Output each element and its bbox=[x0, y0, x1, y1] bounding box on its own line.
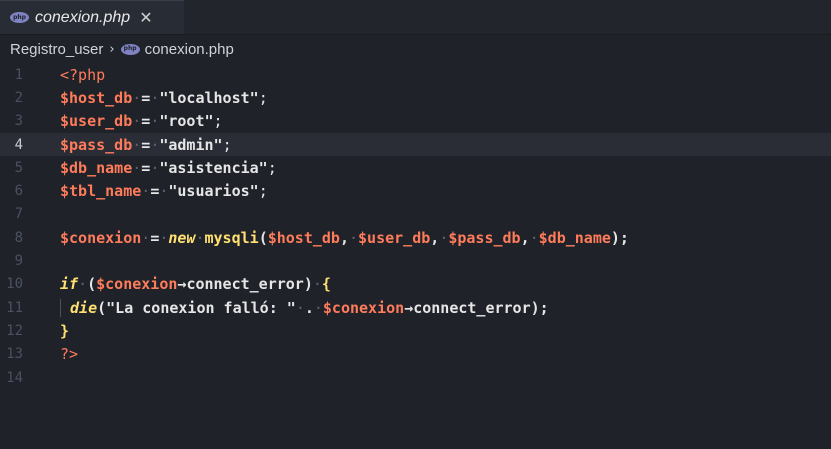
line-number: 8 bbox=[14, 229, 23, 246]
string-literal: "usuarios" bbox=[168, 182, 259, 201]
variable: $conexion bbox=[96, 275, 178, 294]
concat-operator: . bbox=[304, 298, 314, 317]
code-line[interactable]: 3 $user_db · = · "root"; bbox=[0, 110, 831, 133]
string-literal: "admin" bbox=[159, 135, 223, 154]
tab-bar: php conexion.php ✕ bbox=[0, 0, 831, 35]
line-number: 3 bbox=[14, 113, 23, 130]
code-line[interactable]: 1 <?php bbox=[0, 63, 831, 86]
paren-close: ); bbox=[610, 228, 629, 247]
line-number: 2 bbox=[14, 89, 23, 106]
semicolon: ; bbox=[213, 112, 223, 131]
operator: = bbox=[141, 135, 151, 154]
tab-conexion-php[interactable]: php conexion.php ✕ bbox=[0, 0, 184, 34]
string-literal: "localhost" bbox=[159, 88, 259, 107]
comma: , bbox=[430, 228, 440, 247]
line-number: 9 bbox=[14, 253, 23, 270]
arrow-operator: → bbox=[177, 275, 187, 294]
chevron-right-icon: › bbox=[109, 41, 115, 57]
line-number: 12 bbox=[6, 322, 23, 339]
code-line[interactable]: 9 bbox=[0, 249, 831, 272]
code-line-active[interactable]: 4 $pass_db · = · "admin"; bbox=[0, 132, 831, 157]
code-line[interactable]: 2 $host_db · = · "localhost"; bbox=[0, 86, 831, 109]
argument: $user_db bbox=[358, 228, 431, 247]
php-close-tag: ?> bbox=[60, 345, 79, 364]
variable: $user_db bbox=[60, 112, 133, 131]
code-line[interactable]: 5 $db_name · = · "asistencia"; bbox=[0, 156, 831, 179]
operator: = bbox=[141, 158, 151, 177]
function-name: die bbox=[70, 298, 98, 317]
semicolon: ; bbox=[222, 135, 232, 154]
breadcrumb-folder[interactable]: Registro_user bbox=[10, 41, 103, 58]
code-line[interactable]: 10 if ·($conexion → connect_error) ·{ bbox=[0, 273, 831, 296]
operator: = bbox=[141, 88, 151, 107]
tab-title: conexion.php bbox=[35, 8, 131, 26]
string-literal: "La conexion falló: " bbox=[106, 298, 296, 317]
operator: = bbox=[150, 228, 160, 247]
line-number: 4 bbox=[14, 136, 23, 153]
code-line[interactable]: 13 ?> bbox=[0, 343, 831, 366]
variable: $pass_db bbox=[60, 135, 133, 154]
php-icon: php bbox=[120, 43, 140, 55]
paren-close: ); bbox=[530, 298, 549, 317]
line-number: 6 bbox=[14, 183, 23, 200]
paren-open: ( bbox=[87, 275, 97, 294]
variable: $conexion bbox=[322, 298, 405, 317]
paren-open: ( bbox=[258, 228, 268, 247]
operator: = bbox=[141, 112, 151, 131]
close-icon[interactable]: ✕ bbox=[139, 8, 152, 27]
php-icon-label: php bbox=[123, 45, 137, 52]
semicolon: ; bbox=[258, 88, 268, 107]
string-literal: "asistencia" bbox=[159, 158, 268, 177]
code-line[interactable]: 6 $tbl_name · = · "usuarios"; bbox=[0, 179, 831, 202]
line-number: 14 bbox=[6, 369, 23, 386]
keyword: new bbox=[168, 228, 196, 247]
line-number: 11 bbox=[6, 299, 23, 316]
variable: $db_name bbox=[60, 158, 133, 177]
line-number: 10 bbox=[6, 276, 23, 293]
variable: $conexion bbox=[60, 228, 142, 247]
code-line[interactable]: 7 bbox=[0, 203, 831, 226]
php-icon: php bbox=[10, 12, 29, 23]
code-line[interactable]: 8 $conexion · = · new · mysqli($host_db, · $user… bbox=[0, 226, 831, 249]
line-number: 1 bbox=[14, 66, 23, 83]
arrow-operator: → bbox=[404, 298, 414, 317]
operator: = bbox=[150, 182, 160, 201]
brace-open: { bbox=[321, 275, 331, 294]
code-line[interactable]: 11 die("La conexion falló: " ·. · $conexion… bbox=[0, 296, 831, 319]
variable: $host_db bbox=[60, 88, 133, 107]
function-name: mysqli bbox=[204, 228, 259, 247]
paren-close: ) bbox=[303, 275, 313, 294]
argument: $db_name bbox=[538, 228, 611, 247]
semicolon: ; bbox=[258, 182, 268, 201]
breadcrumb: Registro_user › php conexion.php bbox=[0, 35, 831, 63]
property: connect_error bbox=[186, 275, 304, 294]
comma: , bbox=[520, 228, 530, 247]
string-literal: "root" bbox=[159, 112, 214, 131]
breadcrumb-file[interactable]: conexion.php bbox=[145, 41, 234, 58]
paren-open: ( bbox=[97, 298, 107, 317]
line-number: 13 bbox=[6, 346, 23, 363]
php-open-tag: <?php bbox=[60, 65, 106, 84]
code-line[interactable]: 12 } bbox=[0, 319, 831, 342]
code-line[interactable]: 14 bbox=[0, 366, 831, 389]
php-icon-label: php bbox=[13, 13, 26, 21]
comma: , bbox=[339, 228, 349, 247]
line-number: 7 bbox=[14, 206, 23, 223]
argument: $host_db bbox=[267, 228, 340, 247]
keyword: if bbox=[60, 275, 79, 294]
indent-guide bbox=[60, 298, 70, 317]
brace-close: } bbox=[60, 321, 70, 340]
variable: $tbl_name bbox=[60, 182, 142, 201]
property: connect_error bbox=[413, 298, 531, 317]
semicolon: ; bbox=[267, 158, 277, 177]
line-number: 5 bbox=[14, 159, 23, 176]
argument: $pass_db bbox=[448, 228, 521, 247]
code-editor[interactable]: 1 <?php 2 $host_db · = · "localhost"; 3 $use… bbox=[0, 63, 831, 389]
